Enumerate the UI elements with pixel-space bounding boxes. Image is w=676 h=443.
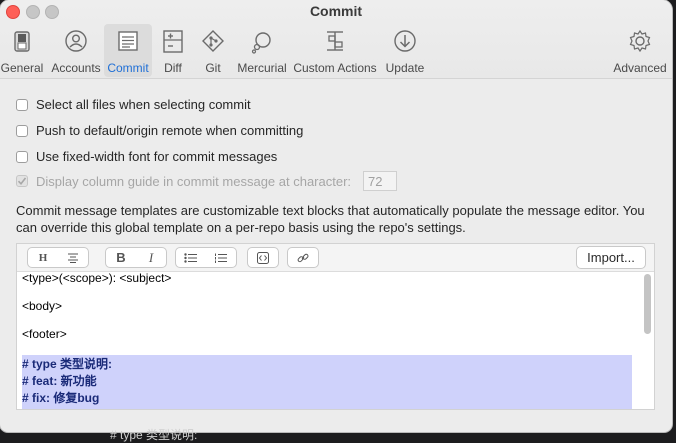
align-icon <box>68 253 78 263</box>
checkmark-icon <box>17 177 27 186</box>
option-label: Use fixed-width font for commit messages <box>36 149 278 164</box>
fixed-width-checkbox[interactable] <box>16 150 28 163</box>
italic-button[interactable]: I <box>136 248 166 267</box>
list-group <box>175 247 237 268</box>
tab-label: Commit <box>107 61 149 75</box>
tab-advanced[interactable]: Advanced <box>612 24 668 77</box>
code-icon <box>257 251 269 264</box>
tab-mercurial[interactable]: Mercurial <box>234 24 290 77</box>
fixed-width-option[interactable]: Use fixed-width font for commit messages <box>16 149 277 164</box>
column-guide-field: 72 <box>363 171 398 191</box>
bullet-list-button[interactable] <box>176 248 206 267</box>
general-switch-icon <box>14 31 30 52</box>
heading-button[interactable]: H <box>28 248 58 267</box>
window-title: Commit <box>309 3 363 19</box>
commit-settings-pane: Select all files when selecting commit P… <box>0 79 672 432</box>
template-editor[interactable]: H B I Import... <type>(<scope>): <subjec… <box>16 243 655 410</box>
code-block-button[interactable] <box>248 248 278 267</box>
tab-label: Mercurial <box>237 61 287 75</box>
template-line: <footer> <box>22 327 67 341</box>
link-icon <box>297 253 309 262</box>
diff-icon <box>163 30 183 53</box>
option-label: Push to default/origin remote when commi… <box>36 123 304 138</box>
tab-update[interactable]: Update <box>384 24 426 77</box>
tab-label: Custom Actions <box>293 61 377 75</box>
select-all-checkbox[interactable] <box>16 98 28 111</box>
select-all-option[interactable]: Select all files when selecting commit <box>16 97 251 112</box>
align-button[interactable] <box>58 248 88 267</box>
custom-actions-icon <box>327 31 343 51</box>
template-line: <body> <box>22 299 63 313</box>
tab-label: Git <box>205 61 221 75</box>
column-guide-option: Display column guide in commit message a… <box>16 171 398 191</box>
git-icon <box>202 30 224 52</box>
code-group <box>247 247 279 268</box>
bold-button[interactable]: B <box>106 248 136 267</box>
tab-label: General <box>0 61 44 75</box>
comment-line: # feat: 新功能 <box>22 374 97 388</box>
editor-toolbar: H B I Import... <box>17 244 654 272</box>
accounts-person-icon <box>65 30 87 52</box>
style-group: B I <box>105 247 167 268</box>
editor-scrollbar[interactable] <box>644 274 651 334</box>
gear-icon <box>629 29 651 53</box>
push-default-checkbox[interactable] <box>16 124 28 137</box>
tab-diff[interactable]: Diff <box>158 24 188 77</box>
tab-commit[interactable]: Commit <box>104 24 152 77</box>
comment-line: # fix: 修复bug <box>22 391 100 405</box>
numbered-list-button[interactable] <box>206 248 236 267</box>
commit-document-icon <box>118 31 138 51</box>
tab-label: Accounts <box>51 61 101 75</box>
import-button[interactable]: Import... <box>576 246 646 269</box>
template-text[interactable]: <type>(<scope>): <subject> <body> <foote… <box>17 271 641 409</box>
bullet-list-icon <box>184 252 197 263</box>
template-description: Commit message templates are customizabl… <box>16 203 645 235</box>
option-label: Select all files when selecting commit <box>36 97 251 112</box>
link-button[interactable] <box>288 248 318 267</box>
titlebar: Commit General Accounts Commit Diff Git … <box>0 0 672 79</box>
tab-custom-actions[interactable]: Custom Actions <box>292 24 378 77</box>
tab-label: Update <box>385 61 425 75</box>
update-icon <box>394 30 416 52</box>
heading-group: H <box>27 247 89 268</box>
push-default-option[interactable]: Push to default/origin remote when commi… <box>16 123 303 138</box>
link-group <box>287 247 319 268</box>
tab-label: Diff <box>164 61 182 75</box>
option-label: Display column guide in commit message a… <box>36 173 352 189</box>
mercurial-icon <box>251 32 271 54</box>
selection-highlight <box>22 355 632 409</box>
tab-general[interactable]: General <box>0 24 44 77</box>
comment-line: # type 类型说明: <box>22 357 113 371</box>
tab-git[interactable]: Git <box>200 24 226 77</box>
tab-accounts[interactable]: Accounts <box>50 24 102 77</box>
preferences-window: Commit General Accounts Commit Diff Git … <box>0 0 672 432</box>
tab-label: Advanced <box>613 61 667 75</box>
template-line: <type>(<scope>): <subject> <box>22 271 172 285</box>
numbered-list-icon <box>215 253 227 263</box>
column-guide-checkbox <box>16 175 28 187</box>
